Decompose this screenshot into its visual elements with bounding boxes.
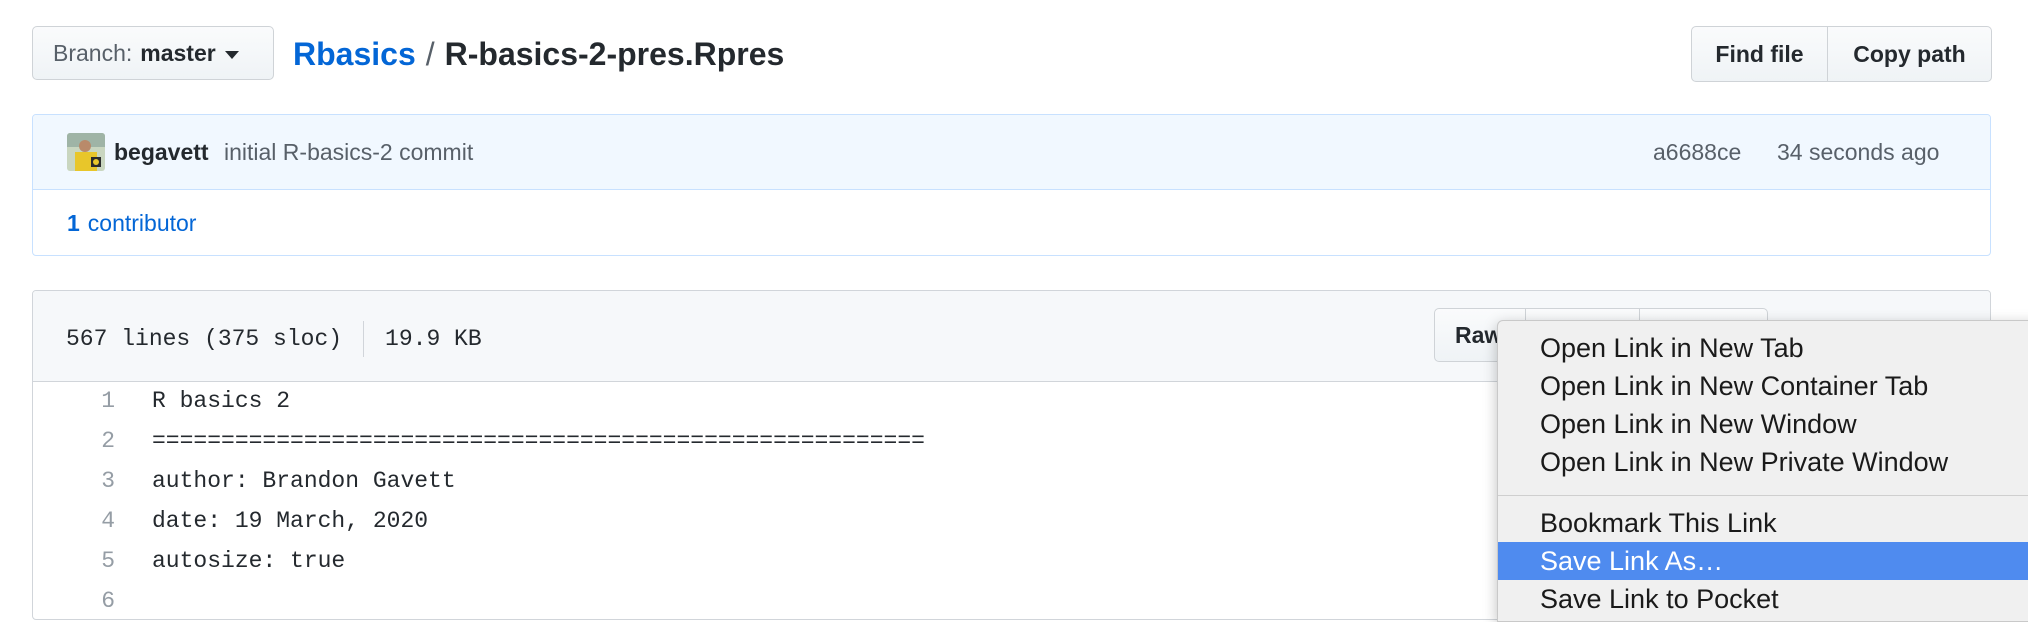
- menu-item-open-new-tab[interactable]: Open Link in New Tab: [1498, 329, 2028, 367]
- breadcrumb-repo-link[interactable]: Rbasics: [293, 36, 416, 72]
- line-content: autosize: true: [152, 548, 346, 574]
- menu-item-save-to-pocket[interactable]: Save Link to Pocket: [1498, 580, 2028, 618]
- line-number[interactable]: 1: [33, 388, 115, 414]
- menu-item-open-private-window[interactable]: Open Link in New Private Window: [1498, 443, 2028, 481]
- breadcrumb-separator: /: [425, 36, 435, 72]
- menu-item-label: Save Link to Pocket: [1540, 584, 1779, 614]
- commit-message[interactable]: initial R-basics-2 commit: [224, 139, 473, 166]
- contributors-link[interactable]: 1 contributor: [33, 190, 1990, 255]
- context-menu: Open Link in New Tab Open Link in New Co…: [1497, 320, 2028, 622]
- latest-commit-row: begavett initial R-basics-2 commit a6688…: [33, 115, 1990, 190]
- commit-sha[interactable]: a6688ce: [1653, 139, 1741, 166]
- menu-item-open-new-window[interactable]: Open Link in New Window: [1498, 405, 2028, 443]
- line-number[interactable]: 4: [33, 508, 115, 534]
- branch-selector-button[interactable]: Branch: master: [32, 26, 274, 80]
- breadcrumb-file-name: R-basics-2-pres.Rpres: [444, 36, 785, 72]
- line-content: ========================================…: [152, 428, 925, 454]
- menu-item-label: Open Link in New Window: [1540, 409, 1857, 439]
- file-lines-info: 567 lines (375 sloc): [66, 326, 343, 352]
- menu-item-bookmark-link[interactable]: Bookmark This Link: [1498, 504, 2028, 542]
- line-content: R basics 2: [152, 388, 291, 414]
- contributor-label: contributor: [87, 210, 197, 236]
- file-info: 567 lines (375 sloc) 19.9 KB: [66, 321, 482, 357]
- branch-label: Branch:: [53, 39, 133, 66]
- menu-item-label: Save Link As…: [1540, 546, 1724, 576]
- line-number[interactable]: 3: [33, 468, 115, 494]
- menu-item-label: Open Link in New Container Tab: [1540, 371, 1929, 401]
- caret-down-icon: [224, 50, 239, 59]
- menu-item-open-container-tab[interactable]: Open Link in New Container Tab: [1498, 367, 2028, 405]
- contributor-count: 1: [67, 210, 80, 236]
- menu-item-label: Bookmark This Link: [1540, 508, 1777, 538]
- branch-name: master: [140, 39, 216, 66]
- file-size: 19.9 KB: [385, 326, 482, 352]
- file-info-divider: [363, 321, 365, 357]
- commit-info-box: begavett initial R-basics-2 commit a6688…: [32, 114, 1991, 256]
- line-number[interactable]: 6: [33, 588, 115, 614]
- line-number[interactable]: 5: [33, 548, 115, 574]
- line-content: author: Brandon Gavett: [152, 468, 456, 494]
- commit-author[interactable]: begavett: [114, 139, 209, 166]
- line-number[interactable]: 2: [33, 428, 115, 454]
- avatar[interactable]: [67, 133, 105, 171]
- menu-separator: [1498, 495, 2028, 496]
- breadcrumb: Rbasics / R-basics-2-pres.Rpres: [293, 32, 784, 76]
- copy-path-button[interactable]: Copy path: [1828, 26, 1992, 82]
- file-nav-buttons: Find file Copy path: [1691, 26, 1992, 82]
- commit-time: 34 seconds ago: [1777, 138, 1940, 165]
- menu-item-label: Open Link in New Private Window: [1540, 447, 1949, 477]
- menu-item-label: Open Link in New Tab: [1540, 333, 1804, 363]
- menu-item-save-link-as[interactable]: Save Link As…: [1498, 542, 2028, 580]
- line-content: date: 19 March, 2020: [152, 508, 429, 534]
- find-file-button[interactable]: Find file: [1691, 26, 1828, 82]
